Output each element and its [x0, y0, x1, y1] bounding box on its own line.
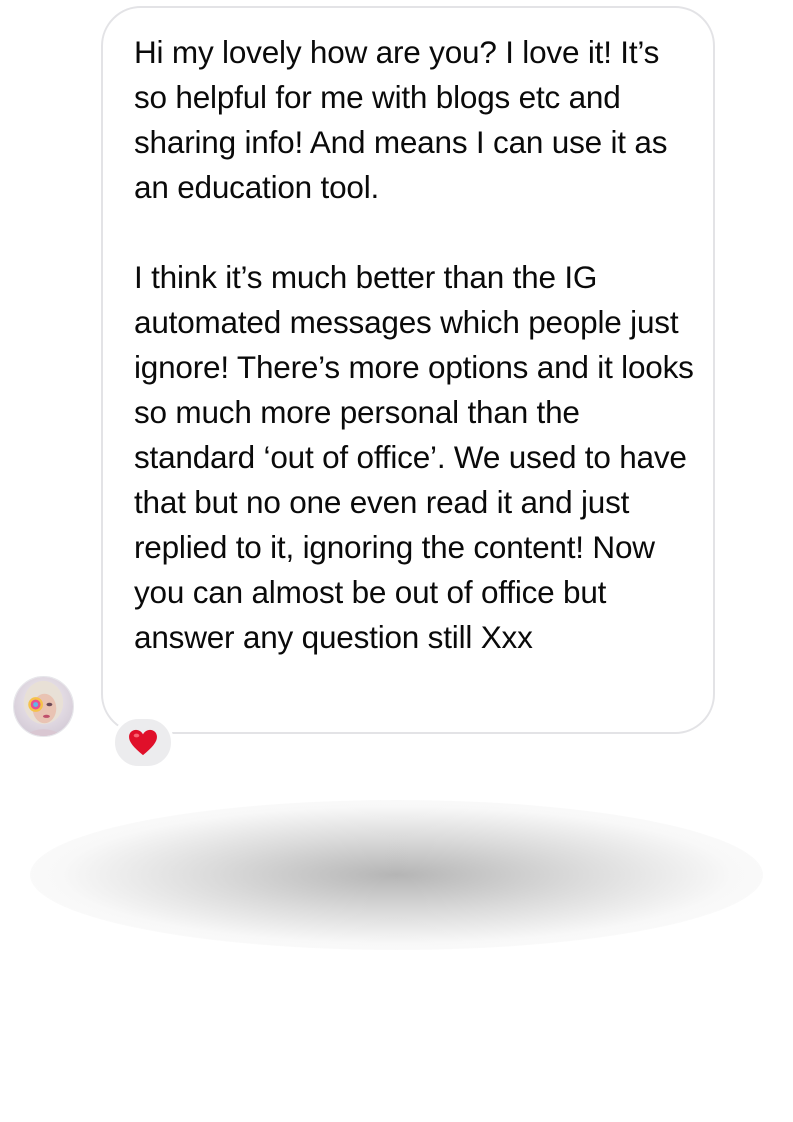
- reaction-badge[interactable]: [112, 716, 174, 769]
- message-paragraph-1: Hi my lovely how are you? I love it! It’…: [134, 34, 668, 205]
- sender-avatar-icon: [14, 677, 73, 736]
- message-text: Hi my lovely how are you? I love it! It’…: [134, 30, 694, 660]
- message-paragraph-2: I think it’s much better than the IG aut…: [134, 259, 694, 655]
- heart-icon: [129, 729, 157, 756]
- sender-avatar[interactable]: [13, 676, 74, 737]
- drop-shadow: [30, 800, 763, 950]
